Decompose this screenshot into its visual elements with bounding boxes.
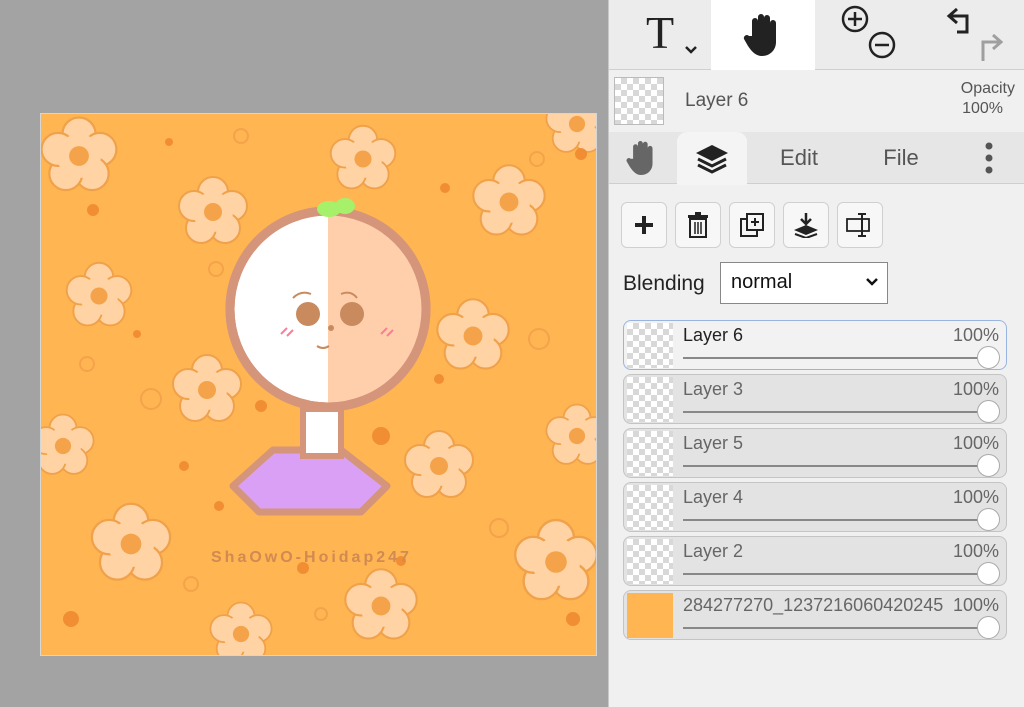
current-layer-info: Layer 6 Opacity 100% xyxy=(609,70,1024,132)
layer-item[interactable]: Layer 6 100% xyxy=(623,320,1007,370)
undo-redo-tools xyxy=(921,0,1024,70)
opacity-slider-track[interactable] xyxy=(683,519,988,521)
layer-thumbnail xyxy=(627,539,673,584)
layer-thumbnail xyxy=(627,377,673,422)
opacity-slider-handle[interactable] xyxy=(977,508,1000,531)
zoom-tools xyxy=(815,0,921,70)
hand-icon xyxy=(626,141,653,175)
duplicate-layer-icon xyxy=(740,213,764,237)
opacity-slider-handle[interactable] xyxy=(977,346,1000,369)
undo-icon xyxy=(946,7,969,34)
layer-item[interactable]: Layer 2 100% xyxy=(623,536,1007,586)
layer-thumbnail xyxy=(627,431,673,476)
layer-opacity: 100% xyxy=(950,433,999,454)
blending-row: Blending normal xyxy=(623,262,1003,304)
layer-opacity: 100% xyxy=(950,487,999,508)
layer-name: Layer 3 xyxy=(683,379,744,399)
tab-edit[interactable]: Edit xyxy=(759,132,839,184)
opacity-slider-track[interactable] xyxy=(683,357,988,359)
layer-name: Layer 2 xyxy=(683,541,744,561)
opacity-slider-track[interactable] xyxy=(683,573,988,575)
opacity-slider-handle[interactable] xyxy=(977,562,1000,585)
current-layer-name: Layer 6 xyxy=(685,90,749,111)
layer-item[interactable]: 284277270_1237216060420245 100% xyxy=(623,590,1007,640)
more-vertical-icon xyxy=(985,142,993,174)
toolbar: T xyxy=(609,0,1024,70)
layer-name: 284277270_1237216060420245 xyxy=(683,595,944,615)
blending-value: normal xyxy=(731,271,793,293)
layer-item[interactable]: Layer 3 100% xyxy=(623,374,1007,424)
opacity-slider-track[interactable] xyxy=(683,627,988,629)
artwork: ShaOwO-Hoidap247 xyxy=(41,114,596,655)
zoom-in-icon xyxy=(841,5,869,33)
tab-layers[interactable] xyxy=(677,132,747,185)
layer-name: Layer 4 xyxy=(683,487,744,507)
tab-file[interactable]: File xyxy=(861,132,941,184)
opacity-slider-handle[interactable] xyxy=(977,454,1000,477)
layer-thumbnail xyxy=(627,593,673,638)
layer-item[interactable]: Layer 4 100% xyxy=(623,482,1007,532)
delete-layer-button[interactable] xyxy=(675,202,721,248)
layer-thumbnail xyxy=(627,323,673,368)
side-panel: T Layer 6 Opacity 100% Edit File Blendin… xyxy=(608,0,1024,707)
opacity-slider-track[interactable] xyxy=(683,411,988,413)
panel-tabs: Edit File xyxy=(609,132,1024,185)
opacity-slider-handle[interactable] xyxy=(977,616,1000,639)
opacity-slider-track[interactable] xyxy=(683,465,988,467)
layer-name: Layer 6 xyxy=(683,325,744,345)
watermark-text: ShaOwO-Hoidap247 xyxy=(211,549,412,566)
hand-icon xyxy=(743,14,776,56)
layer-name: Layer 5 xyxy=(683,433,744,453)
delete-layer-icon xyxy=(688,212,708,238)
more-menu-button[interactable] xyxy=(969,132,1009,184)
layer-item[interactable]: Layer 5 100% xyxy=(623,428,1007,478)
opacity-value: 100% xyxy=(962,100,1003,117)
layer-opacity: 100% xyxy=(950,595,999,616)
zoom-out-icon xyxy=(868,31,896,59)
merge-down-icon xyxy=(794,213,818,238)
hand-tool-button[interactable] xyxy=(711,0,815,70)
transform-icon xyxy=(846,213,870,237)
blending-label: Blending xyxy=(623,272,705,295)
tab-hand[interactable] xyxy=(609,132,675,184)
layers-icon xyxy=(696,144,728,174)
current-layer-thumbnail xyxy=(614,77,664,125)
add-layer-button[interactable] xyxy=(621,202,667,248)
merge-down-button[interactable] xyxy=(783,202,829,248)
layer-opacity: 100% xyxy=(950,541,999,562)
text-tool-button[interactable]: T xyxy=(609,0,711,70)
duplicate-layer-button[interactable] xyxy=(729,202,775,248)
text-icon: T xyxy=(645,6,675,58)
opacity-label: Opacity xyxy=(960,80,1015,97)
redo-icon xyxy=(981,33,1004,61)
chevron-down-icon xyxy=(866,278,878,286)
layer-thumbnail xyxy=(627,485,673,530)
layer-opacity: 100% xyxy=(950,379,999,400)
transform-button[interactable] xyxy=(837,202,883,248)
canvas-workspace[interactable]: ShaOwO-Hoidap247 xyxy=(0,0,608,707)
add-layer-icon xyxy=(635,216,653,234)
chevron-down-icon xyxy=(685,46,697,54)
layer-opacity: 100% xyxy=(950,325,999,346)
drawing-canvas[interactable]: ShaOwO-Hoidap247 xyxy=(40,113,597,656)
opacity-slider-handle[interactable] xyxy=(977,400,1000,423)
blending-select[interactable]: normal xyxy=(720,262,888,304)
